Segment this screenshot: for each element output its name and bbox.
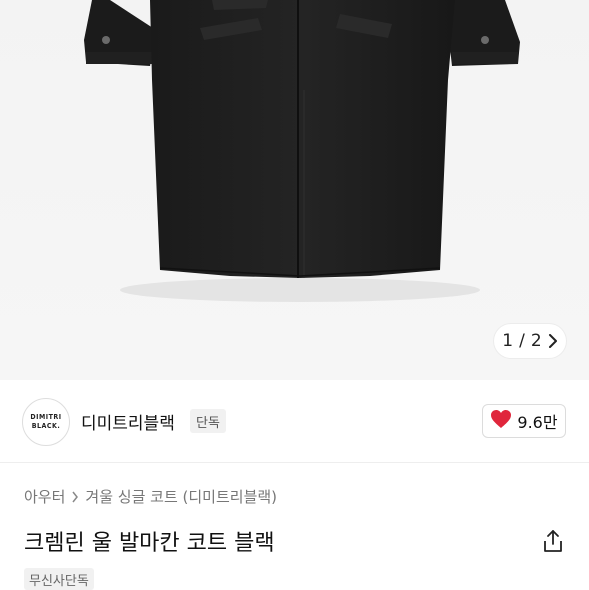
like-button[interactable]: 9.6만 bbox=[482, 404, 566, 438]
like-count: 9.6만 bbox=[517, 413, 558, 432]
pager-current: 1 bbox=[502, 331, 514, 351]
chevron-right-icon bbox=[71, 491, 79, 503]
breadcrumb: 아우터 겨울 싱글 코트 (디미트리블랙) bbox=[24, 486, 277, 507]
brand-name[interactable]: 디미트리블랙 bbox=[81, 409, 175, 434]
brand-logo[interactable]: DIMITRI BLACK. bbox=[22, 398, 70, 446]
product-image bbox=[84, 0, 520, 302]
exclusive-badge: 단독 bbox=[190, 409, 226, 433]
breadcrumb-item-outer[interactable]: 아우터 bbox=[24, 486, 65, 507]
product-title: 크렘린 울 발마칸 코트 블랙 bbox=[24, 531, 275, 556]
heart-icon bbox=[490, 409, 512, 433]
breadcrumb-item-category[interactable]: 겨울 싱글 코트 (디미트리블랙) bbox=[85, 486, 277, 507]
image-pager[interactable]: 1 / 2 bbox=[494, 324, 566, 358]
share-icon[interactable] bbox=[540, 528, 566, 554]
pager-total: 2 bbox=[530, 331, 542, 351]
product-image-carousel[interactable]: 1 / 2 bbox=[0, 0, 589, 380]
brand-logo-line2: BLACK. bbox=[31, 422, 61, 430]
pager-separator: / bbox=[519, 331, 525, 351]
musinsa-exclusive-tag: 무신사단독 bbox=[24, 568, 94, 590]
brand-logo-line1: DIMITRI bbox=[30, 413, 62, 421]
chevron-right-icon[interactable] bbox=[548, 334, 558, 348]
